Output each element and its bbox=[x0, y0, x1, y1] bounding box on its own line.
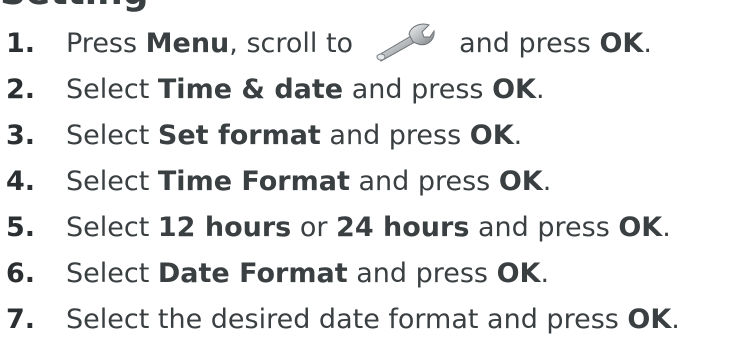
step-text: Press Menu, scroll to and press OK. bbox=[66, 21, 652, 67]
option-keyword: Time & date bbox=[157, 74, 344, 105]
list-item-step-7: 7. Select the desired date format and pr… bbox=[0, 297, 751, 343]
step-number: 7. bbox=[6, 304, 36, 335]
instruction-list: 1. Press Menu, scroll to and press OK. 2… bbox=[0, 21, 751, 343]
step-text-part: . bbox=[671, 304, 680, 335]
step-text-part: and press bbox=[349, 166, 499, 197]
list-item-step-3: 3. Select Set format and press OK. bbox=[0, 113, 751, 159]
ok-keyword: OK bbox=[496, 258, 541, 289]
step-text-part: . bbox=[535, 74, 545, 105]
step-text-part: Select bbox=[66, 120, 158, 151]
ok-keyword: OK bbox=[627, 304, 672, 335]
option-keyword: 12 hours bbox=[157, 212, 292, 243]
step-number: 6. bbox=[6, 258, 36, 289]
step-text-part: and press bbox=[320, 120, 470, 151]
option-keyword: Time Format bbox=[157, 166, 350, 197]
step-text-part: Select the desired date format and press bbox=[66, 304, 628, 335]
step-text-part: Select bbox=[66, 74, 158, 105]
step-text: Select Set format and press OK. bbox=[66, 113, 522, 159]
step-number: 1. bbox=[6, 28, 36, 59]
step-text: Select the desired date format and press… bbox=[66, 297, 680, 343]
step-text-part: . bbox=[542, 166, 552, 197]
step-text: Select Time & date and press OK. bbox=[66, 67, 545, 113]
step-text: Select Time Format and press OK. bbox=[66, 159, 551, 205]
list-item-step-4: 4. Select Time Format and press OK. bbox=[0, 159, 751, 205]
step-number: 3. bbox=[6, 120, 36, 151]
ok-keyword: OK bbox=[599, 28, 644, 59]
step-text-part: and press bbox=[459, 28, 600, 59]
step-text-part: . bbox=[513, 120, 523, 151]
ok-keyword: OK bbox=[618, 212, 663, 243]
step-text-part: . bbox=[662, 212, 671, 243]
ok-keyword: OK bbox=[492, 74, 536, 105]
option-keyword: Date Format bbox=[157, 258, 348, 289]
step-text: Select 12 hours or 24 hours and press OK… bbox=[66, 205, 671, 251]
step-text-part: and press bbox=[347, 258, 497, 289]
option-keyword: Set format bbox=[157, 120, 321, 151]
step-number: 4. bbox=[6, 166, 36, 197]
list-item-step-2: 2. Select Time & date and press OK. bbox=[0, 67, 751, 113]
ok-keyword: OK bbox=[469, 120, 514, 151]
section-heading: Setting bbox=[0, 0, 149, 13]
step-number: 5. bbox=[6, 212, 36, 243]
step-number: 2. bbox=[6, 74, 36, 105]
step-text-part: and press bbox=[469, 212, 619, 243]
step-text-part: and press bbox=[343, 74, 493, 105]
step-text: Select Date Format and press OK. bbox=[66, 251, 549, 297]
ok-keyword: OK bbox=[498, 166, 543, 197]
menu-keyword: Menu bbox=[145, 28, 230, 59]
step-text-part: Select bbox=[66, 212, 158, 243]
list-item-step-1: 1. Press Menu, scroll to and press OK. bbox=[0, 21, 751, 67]
list-item-step-5: 5. Select 12 hours or 24 hours and press… bbox=[0, 205, 751, 251]
step-text-part: . bbox=[540, 258, 550, 289]
step-text-part: . bbox=[643, 28, 652, 59]
option-keyword: 24 hours bbox=[336, 212, 470, 243]
step-text-part: Select bbox=[66, 166, 158, 197]
step-text-part: Select bbox=[66, 258, 158, 289]
step-text-part: Press bbox=[66, 28, 146, 59]
step-text-part: or bbox=[291, 212, 337, 243]
step-text-part: , scroll to bbox=[229, 28, 354, 59]
list-item-step-6: 6. Select Date Format and press OK. bbox=[0, 251, 751, 297]
wrench-icon bbox=[371, 22, 435, 62]
